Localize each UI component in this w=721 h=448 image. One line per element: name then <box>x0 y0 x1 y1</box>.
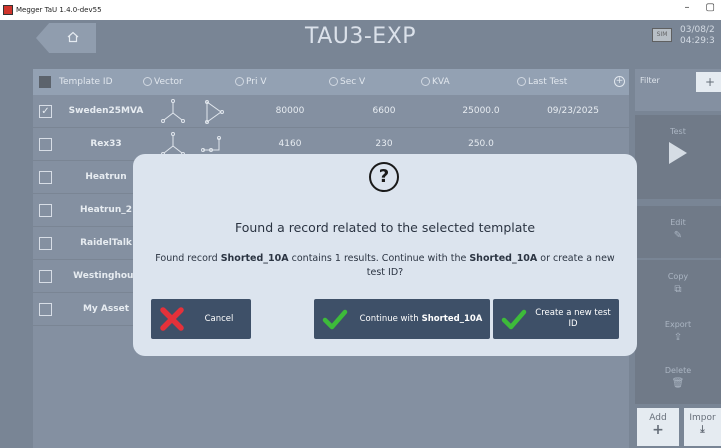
continue-button[interactable]: Continue with Shorted_10A <box>314 299 490 339</box>
restore-button[interactable]: ▢ <box>706 2 715 13</box>
app-icon <box>3 5 13 15</box>
close-icon <box>160 307 184 331</box>
cancel-button[interactable]: Cancel <box>151 299 251 339</box>
record-found-dialog: ? Found a record related to the selected… <box>133 154 637 356</box>
create-new-test-id-button[interactable]: Create a new test ID <box>493 299 619 339</box>
dialog-message: Found record Shorted_10A contains 1 resu… <box>155 253 615 278</box>
checkmark-icon <box>322 309 348 330</box>
checkmark-icon <box>501 309 527 330</box>
window-titlebar: Megger TaU 1.4.0-dev55 – ▢ <box>0 0 721 20</box>
minimize-button[interactable]: – <box>685 2 690 13</box>
dialog-heading: Found a record related to the selected t… <box>234 220 536 235</box>
record-name: Shorted_10A <box>220 253 289 264</box>
window-title: Megger TaU 1.4.0-dev55 <box>16 6 102 14</box>
question-icon: ? <box>369 162 399 192</box>
record-name: Shorted_10A <box>469 253 538 264</box>
